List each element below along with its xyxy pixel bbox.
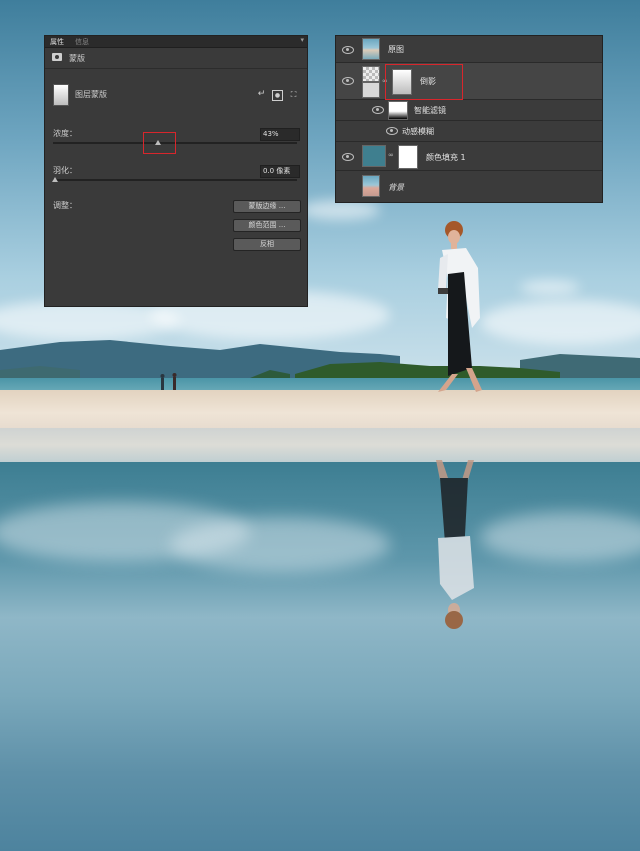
tab-info[interactable]: 信息 [75, 37, 89, 47]
layer-name: 智能滤镜 [414, 106, 446, 115]
refine-label: 调整： [53, 201, 77, 210]
reflected-cloud [170, 517, 390, 572]
properties-tab-bar: 属性 信息 ▾ [45, 36, 307, 48]
cloud [300, 200, 380, 220]
highlight-box [143, 132, 176, 154]
density-label: 浓度： [53, 129, 77, 138]
density-value[interactable]: 43% [260, 128, 300, 141]
feather-slider-thumb[interactable] [52, 177, 58, 182]
layers-panel: 原图 ∞ 倒影 智能滤镜 动感模糊 ∞ 颜色填充 1 背景 [335, 35, 603, 203]
feather-value[interactable]: 0.0 像素 [260, 165, 300, 178]
reflected-cloud [480, 512, 640, 562]
distant-people [160, 373, 177, 390]
sand-beach [0, 390, 640, 428]
tab-properties[interactable]: 属性 [50, 37, 64, 47]
layer-row-background[interactable]: 背景 [336, 171, 602, 201]
panel-menu-icon[interactable]: ▾ [300, 36, 304, 44]
fill-color-thumbnail[interactable] [362, 145, 386, 167]
layer-row-color-fill[interactable]: ∞ 颜色填充 1 [336, 142, 602, 171]
woman-reflection [436, 460, 474, 629]
visibility-toggle-empty[interactable] [342, 181, 352, 189]
layer-row-reflection[interactable]: ∞ 倒影 [336, 63, 602, 100]
vector-mask-icon[interactable]: ● [272, 90, 283, 101]
layer-thumbnail [362, 38, 380, 60]
visibility-eye-icon[interactable] [342, 153, 354, 161]
filter-mask-thumbnail [388, 101, 408, 120]
mask-section-header: 蒙版 [45, 48, 307, 69]
pixel-mask-icon[interactable]: ↵ [257, 90, 266, 99]
visibility-eye-icon[interactable] [342, 46, 354, 54]
layer-row-smart-filters[interactable]: 智能滤镜 [336, 100, 602, 121]
visibility-eye-icon[interactable] [342, 77, 354, 85]
color-range-button[interactable]: 颜色范围 ... [233, 219, 301, 232]
section-title: 蒙版 [69, 54, 85, 63]
cloud [520, 280, 580, 295]
mask-edge-button[interactable]: 蒙版边缘 ... [233, 200, 301, 213]
visibility-eye-icon[interactable] [372, 106, 384, 114]
layer-name: 动感模糊 [402, 127, 434, 136]
invert-button[interactable]: 反相 [233, 238, 301, 251]
smart-object-icon [362, 82, 380, 98]
mask-thumbnail [53, 84, 69, 106]
layer-name: 原图 [388, 45, 404, 54]
mask-type-label: 图层蒙版 [75, 90, 107, 99]
layer-mask-thumbnail[interactable] [398, 145, 418, 169]
visibility-eye-icon[interactable] [386, 127, 398, 135]
link-icon[interactable]: ∞ [388, 151, 394, 159]
feather-label: 羽化： [53, 166, 77, 175]
layer-row-original[interactable]: 原图 [336, 36, 602, 63]
water-reflection [0, 462, 640, 851]
mask-icon [52, 53, 62, 61]
mask-options-icon[interactable]: ⛶ [289, 90, 298, 99]
layer-name: 背景 [388, 183, 404, 192]
sand-reflection [0, 428, 640, 462]
layer-name: 颜色填充 1 [426, 153, 466, 162]
highlight-box [385, 64, 463, 100]
layer-thumbnail [362, 175, 380, 197]
layer-row-motion-blur[interactable]: 动感模糊 [336, 121, 602, 142]
layer-thumbnail [362, 66, 380, 82]
walking-woman [438, 221, 482, 392]
feather-slider[interactable] [53, 179, 297, 181]
properties-panel: 属性 信息 ▾ 蒙版 图层蒙版 ↵ ● ⛶ 浓度： 43% 羽化： 0.0 像素… [44, 35, 308, 307]
